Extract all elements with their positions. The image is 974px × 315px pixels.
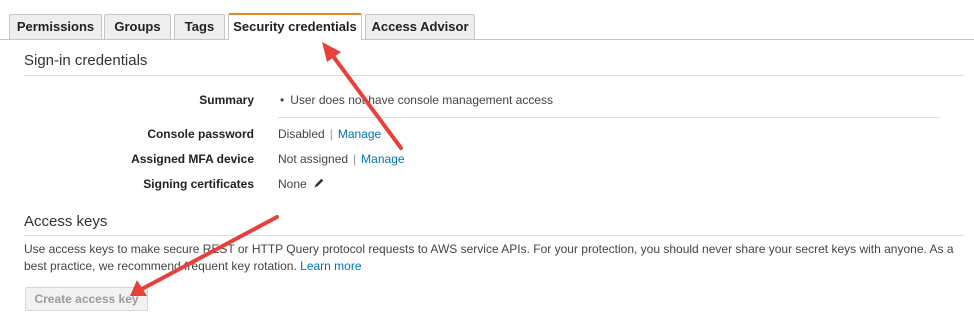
signing-certificates-value: None	[278, 177, 325, 192]
console-password-manage-link[interactable]: Manage	[338, 127, 381, 141]
summary-value: • User does not have console management a…	[278, 93, 553, 107]
pencil-icon[interactable]	[313, 177, 325, 192]
console-password-value: Disabled | Manage	[278, 127, 381, 141]
mfa-device-value: Not assigned | Manage	[278, 152, 405, 166]
separator: |	[353, 152, 357, 166]
access-keys-description-text: Use access keys to make secure REST or H…	[24, 242, 954, 273]
tab-access-advisor[interactable]: Access Advisor	[365, 14, 475, 39]
tab-tags[interactable]: Tags	[174, 14, 225, 39]
signin-heading-divider	[24, 75, 964, 76]
tab-permissions[interactable]: Permissions	[9, 14, 102, 39]
tab-groups[interactable]: Groups	[104, 14, 171, 39]
learn-more-link[interactable]: Learn more	[300, 259, 361, 273]
access-keys-divider	[24, 235, 964, 236]
signing-certificates-label: Signing certificates	[143, 177, 254, 191]
signin-credentials-heading: Sign-in credentials	[24, 52, 148, 69]
create-access-key-button[interactable]: Create access key	[25, 287, 148, 311]
mfa-device-manage-link[interactable]: Manage	[361, 152, 404, 166]
summary-divider	[278, 117, 940, 118]
console-password-status: Disabled	[278, 127, 325, 141]
separator: |	[329, 127, 333, 141]
access-keys-description: Use access keys to make secure REST or H…	[24, 241, 959, 275]
tab-security-credentials[interactable]: Security credentials	[228, 13, 362, 40]
bullet-icon: •	[280, 93, 285, 107]
mfa-device-status: Not assigned	[278, 152, 349, 166]
access-keys-heading: Access keys	[24, 213, 108, 230]
console-password-label: Console password	[147, 127, 254, 141]
summary-label: Summary	[199, 93, 254, 107]
signing-certificates-status: None	[278, 177, 307, 191]
tab-bar: Permissions Groups Tags Security credent…	[0, 0, 974, 40]
tab-bar-divider	[0, 39, 974, 40]
mfa-device-label: Assigned MFA device	[131, 152, 254, 166]
summary-text: User does not have console management ac…	[290, 93, 554, 107]
